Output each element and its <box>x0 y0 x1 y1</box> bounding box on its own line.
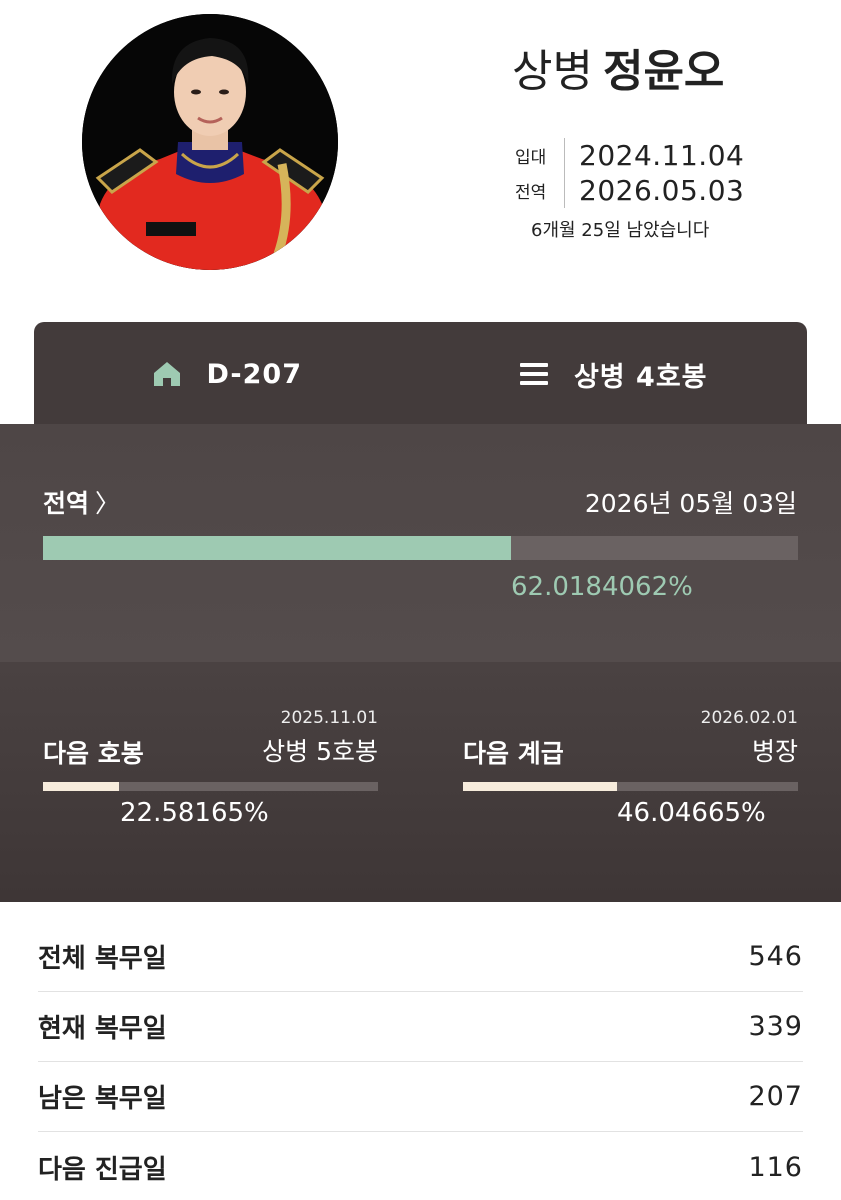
menu-icon <box>519 363 548 385</box>
next-step-target: 상병 5호봉 <box>262 737 378 766</box>
date-divider <box>564 138 565 208</box>
stat-label: 다음 진급일 <box>38 1154 167 1185</box>
next-step-progress-fill <box>43 782 119 791</box>
stat-value: 546 <box>748 941 803 972</box>
chevron-right-icon: 〉 <box>95 489 121 518</box>
enlist-row: 입대 2024.11.04 <box>515 138 744 173</box>
service-stats-list: 전체 복무일 546 현재 복무일 339 남은 복무일 207 다음 진급일 … <box>38 922 803 1200</box>
discharge-progress-fill <box>43 536 512 560</box>
stat-row-next-promotion: 다음 진급일 116 <box>38 1132 803 1200</box>
next-rank-card: 2026.02.01 다음 계급 병장 46.04665% <box>463 662 799 902</box>
tab-home[interactable]: D-207 <box>34 322 421 426</box>
next-rank-title: 다음 계급 <box>463 739 564 768</box>
next-rank-percent: 46.04665% <box>617 798 766 828</box>
service-dates: 입대 2024.11.04 전역 2026.05.03 <box>515 138 744 208</box>
rank-text: 상병 <box>512 46 593 97</box>
person-name: 정윤오 <box>602 46 725 97</box>
tab-home-label: D-207 <box>206 358 302 390</box>
enlist-label: 입대 <box>515 148 547 168</box>
tab-grade-label: 상병 4호봉 <box>573 361 708 393</box>
tab-bar: D-207 상병 4호봉 <box>34 322 807 426</box>
next-step-percent: 22.58165% <box>120 798 269 828</box>
remaining-time-text: 6개월 25일 남았습니다 <box>531 220 710 241</box>
discharge-percent: 62.0184062% <box>511 572 693 602</box>
next-promotion-section: 2025.11.01 다음 호봉 상병 5호봉 22.58165% 2026.0… <box>0 662 841 902</box>
next-step-progress-bar <box>43 782 378 791</box>
discharge-section: 전역 〉 2026년 05월 03일 62.0184062% <box>0 424 841 662</box>
profile-name: 상병 정윤오 <box>512 44 724 100</box>
discharge-title: 전역 <box>43 489 90 518</box>
stat-row-remaining: 남은 복무일 207 <box>38 1062 803 1132</box>
profile-photo <box>82 14 338 270</box>
stat-value: 207 <box>748 1081 803 1112</box>
discharge-row: 전역 2026.05.03 <box>515 173 744 208</box>
stat-value: 339 <box>748 1011 803 1042</box>
stat-label: 남은 복무일 <box>38 1084 167 1114</box>
home-icon <box>153 362 180 386</box>
discharge-date: 2026.05.03 <box>579 174 745 207</box>
next-rank-target: 병장 <box>751 737 798 766</box>
stat-row-current: 현재 복무일 339 <box>38 992 803 1062</box>
next-step-title: 다음 호봉 <box>43 739 144 768</box>
next-rank-progress-bar <box>463 782 798 791</box>
tab-grade[interactable]: 상병 4호봉 <box>421 322 808 426</box>
next-rank-date: 2026.02.01 <box>700 708 798 728</box>
stat-label: 현재 복무일 <box>38 1014 167 1044</box>
enlist-date: 2024.11.04 <box>579 139 745 172</box>
stat-row-total: 전체 복무일 546 <box>38 922 803 992</box>
discharge-link[interactable]: 전역 〉 <box>43 484 120 520</box>
next-step-card: 2025.11.01 다음 호봉 상병 5호봉 22.58165% <box>43 662 379 902</box>
discharge-progress-bar <box>43 536 798 560</box>
discharge-label: 전역 <box>515 183 547 203</box>
next-rank-progress-fill <box>463 782 618 791</box>
next-step-date: 2025.11.01 <box>280 708 378 728</box>
stat-value: 116 <box>748 1151 803 1183</box>
discharge-date-text: 2026년 05월 03일 <box>584 489 797 518</box>
stat-label: 전체 복무일 <box>38 944 167 974</box>
